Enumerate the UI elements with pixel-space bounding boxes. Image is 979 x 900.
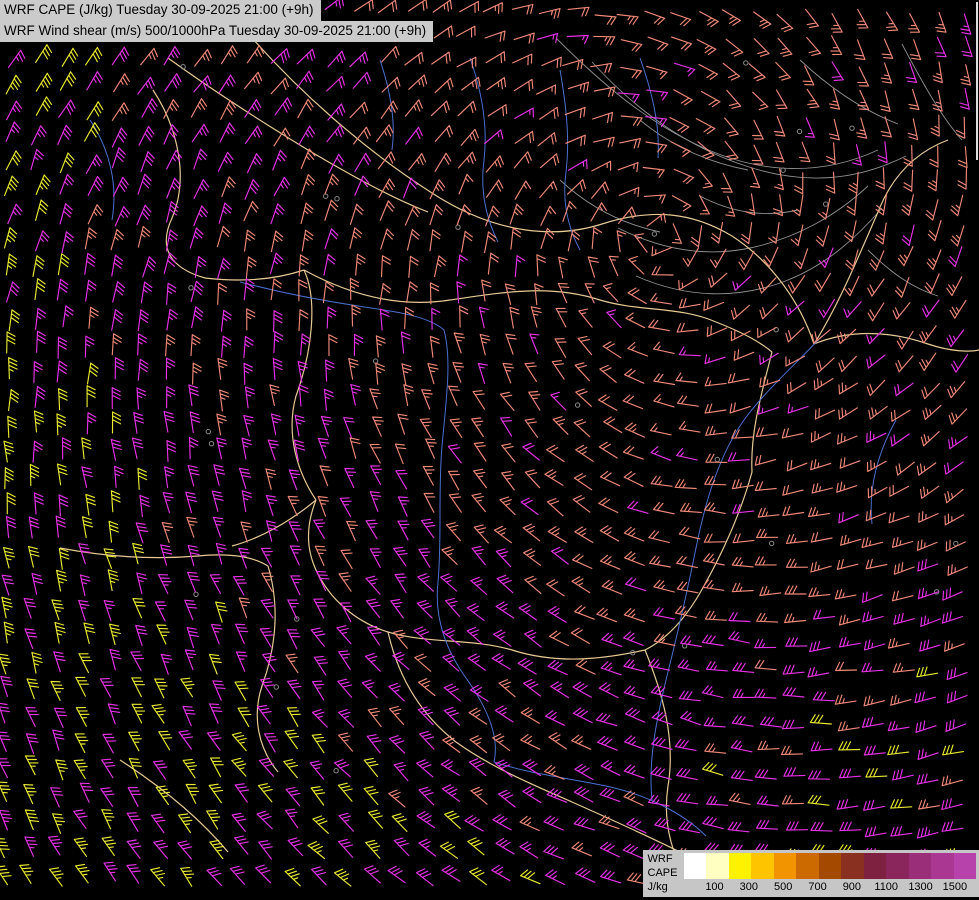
legend-tick-label: 1100	[869, 881, 903, 894]
legend-tick-label: 100	[698, 881, 732, 894]
legend-swatch	[706, 853, 729, 879]
legend-tick-label: 1500	[938, 881, 972, 894]
map-title-cape: WRF CAPE (J/kg) Tuesday 30-09-2025 21:00…	[0, 0, 321, 21]
legend-swatch	[864, 853, 887, 879]
legend-swatch	[774, 853, 797, 879]
legend-swatch	[729, 853, 752, 879]
legend-swatch	[931, 853, 954, 879]
legend-colorbar-block: 100300500700900110013001500	[684, 853, 977, 894]
legend-model-label: WRF	[648, 853, 678, 866]
legend-variable-label: CAPE	[648, 867, 678, 880]
legend-tick-label: 900	[835, 881, 869, 894]
legend-tick-label: 300	[732, 881, 766, 894]
legend-swatch	[886, 853, 909, 879]
weather-map-viewport: WRF CAPE (J/kg) Tuesday 30-09-2025 21:00…	[0, 0, 979, 900]
cape-legend: WRF CAPE J/kg 10030050070090011001300150…	[643, 850, 979, 897]
legend-tick-labels: 100300500700900110013001500	[684, 879, 977, 894]
legend-swatch	[796, 853, 819, 879]
legend-swatch	[684, 853, 707, 879]
legend-unit-label: J/kg	[648, 881, 678, 894]
legend-swatch	[819, 853, 842, 879]
legend-tick-label: 1300	[904, 881, 938, 894]
legend-tick-label: 500	[766, 881, 800, 894]
legend-colorbar	[684, 853, 977, 879]
legend-label-column: WRF CAPE J/kg	[646, 853, 680, 894]
legend-tick-label: 700	[801, 881, 835, 894]
map-title-windshear: WRF Wind shear (m/s) 500/1000hPa Tuesday…	[0, 21, 433, 42]
legend-swatch	[909, 853, 932, 879]
legend-swatch	[751, 853, 774, 879]
legend-swatch	[841, 853, 864, 879]
legend-swatch	[954, 853, 977, 879]
wrf-map-canvas	[0, 0, 979, 900]
